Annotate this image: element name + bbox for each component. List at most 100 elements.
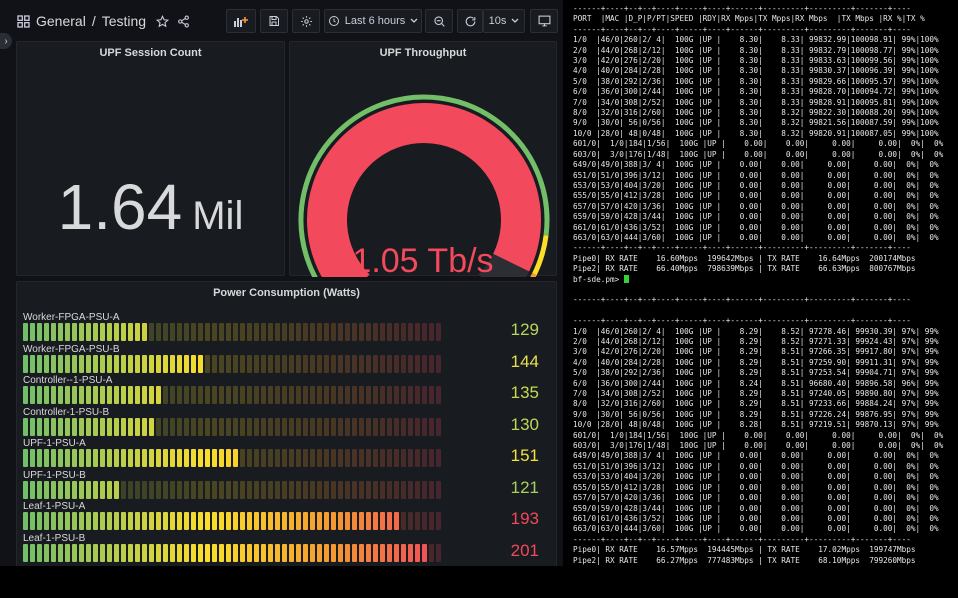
psu-bar-segment — [254, 543, 259, 562]
psu-bar-segment — [380, 323, 385, 341]
psu-bar-segment — [240, 386, 245, 404]
psu-bar-segment — [184, 386, 189, 404]
terminal-line: 649/0|49/0|388|3/ 4| 100G |UP | 0.00| 0.… — [573, 160, 939, 170]
terminal-line: ------+----+--+--+----+-----+----+------… — [573, 316, 911, 326]
save-icon — [268, 15, 280, 27]
stat-value: 1.64 Mil — [17, 170, 284, 244]
save-dashboard-button[interactable] — [260, 9, 288, 33]
dashboard: General / Testing Last 6 hours 10s › UPF… — [0, 0, 563, 566]
psu-bar-segment — [408, 480, 413, 499]
terminal-line: 653/0|53/0|404|3/20| 100G |UP | 0.00| 0.… — [573, 180, 939, 190]
psu-bar-segment — [30, 323, 35, 341]
psu-name: UPF-1-PSU-B — [23, 469, 86, 481]
psu-bar-segment — [44, 386, 49, 404]
psu-value: 193 — [510, 509, 539, 528]
share-icon[interactable] — [177, 15, 190, 28]
psu-bar-segment — [373, 323, 378, 341]
refresh-interval-picker[interactable]: 10s — [483, 9, 525, 33]
terminal-line: 8/0 |32/0|316|2/60| 100G |UP | 8.29| 8.5… — [573, 399, 939, 409]
psu-bar-segment — [177, 417, 182, 436]
terminal-line: 653/0|53/0|404|3/20| 100G |UP | 0.00| 0.… — [573, 472, 939, 482]
panel-title: Power Consumption (Watts) — [213, 287, 360, 299]
psu-bar-segment — [142, 323, 147, 341]
psu-row: UPF-1-PSU-A 151 — [23, 438, 553, 470]
psu-bar-segment — [23, 417, 28, 436]
psu-bar-segment — [191, 323, 196, 341]
time-range-picker[interactable]: Last 6 hours — [324, 9, 422, 33]
psu-bar-segment — [247, 543, 252, 562]
psu-bar-segment — [219, 354, 224, 373]
psu-bar-segment — [317, 386, 322, 404]
psu-bar-segment — [170, 512, 175, 530]
sidebar-toggle[interactable]: › — [0, 33, 12, 49]
psu-bar-segment — [128, 386, 133, 404]
psu-bar-segment — [331, 417, 336, 436]
psu-bar-segment — [177, 386, 182, 404]
psu-bar-segment — [338, 354, 343, 373]
terminal-window[interactable]: ------+----+--+--+----+-----+----+------… — [569, 0, 958, 566]
psu-bar-segment — [233, 449, 238, 467]
psu-bar-segment — [380, 512, 385, 530]
psu-bar-segment — [72, 543, 77, 562]
view-mode-button[interactable] — [530, 9, 558, 33]
psu-bar-segment — [415, 417, 420, 436]
settings-button[interactable] — [292, 9, 320, 33]
dashboards-grid-icon[interactable] — [17, 14, 30, 28]
psu-bar-segment — [100, 386, 105, 404]
zoom-out-button[interactable] — [425, 9, 453, 33]
psu-bar-segment — [121, 386, 126, 404]
refresh-interval-label: 10s — [488, 15, 507, 27]
psu-bar-segment — [30, 449, 35, 467]
psu-bar-segment — [373, 449, 378, 467]
psu-value: 201 — [510, 540, 539, 560]
psu-bar-segment — [198, 354, 203, 373]
psu-bar-segment — [205, 417, 210, 436]
psu-bar-segment — [240, 512, 245, 530]
psu-bar-segment — [436, 354, 441, 373]
psu-bar-segment — [170, 354, 175, 373]
psu-bar-segment — [156, 323, 161, 341]
terminal-line: 659/0|59/0|428|3/44| 100G |UP | 0.00| 0.… — [573, 212, 939, 222]
psu-bar-segment — [72, 512, 77, 530]
psu-bar-segment — [317, 512, 322, 530]
star-icon[interactable] — [156, 14, 170, 28]
psu-bar-segment — [135, 323, 140, 341]
psu-bar-segment — [142, 417, 147, 436]
psu-bar-segment — [324, 480, 329, 499]
psu-bar-segment — [415, 512, 420, 530]
psu-bar-segment — [226, 323, 231, 341]
psu-bar-segment — [205, 386, 210, 404]
breadcrumb-folder[interactable]: General — [36, 13, 86, 29]
psu-value: 135 — [510, 383, 539, 402]
psu-bar-segment — [366, 512, 371, 530]
psu-bar-segment — [233, 386, 238, 404]
terminal-line: 7/0 |34/0|308|2/52| 100G |UP | 8.29| 8.5… — [573, 389, 939, 399]
psu-bar-segment — [205, 543, 210, 562]
psu-bar-segment — [268, 512, 273, 530]
psu-bar-segment — [268, 449, 273, 467]
psu-bar-segment — [205, 480, 210, 499]
psu-bar-segment — [296, 449, 301, 467]
psu-row: Leaf-1-PSU-B 201 — [23, 533, 553, 565]
psu-bar-segment — [429, 512, 434, 530]
psu-bar-segment — [275, 417, 280, 436]
psu-bar-segment — [37, 512, 42, 530]
psu-bar-segment — [114, 323, 119, 341]
dashboard-title[interactable]: Testing — [102, 13, 146, 29]
psu-bar-segment — [107, 386, 112, 404]
psu-bar-segment — [408, 417, 413, 436]
psu-bar-segment — [324, 323, 329, 341]
psu-bar-segment — [331, 386, 336, 404]
psu-bar-segment — [394, 543, 399, 562]
terminal-line: ------+----+--+--+----+-----+----+------… — [573, 24, 911, 34]
psu-bar-segment — [37, 354, 42, 373]
refresh-button[interactable] — [457, 9, 483, 33]
time-range-label: Last 6 hours — [344, 15, 406, 27]
add-panel-button[interactable] — [226, 9, 256, 33]
psu-bar-segment — [30, 512, 35, 530]
terminal-line: 661/0|61/0|436|3/52| 100G |UP | 0.00| 0.… — [573, 513, 939, 523]
terminal-line: 10/0 |28/0| 48|0/48| 100G |UP | 8.30| 8.… — [573, 128, 939, 138]
psu-bar-segment — [275, 449, 280, 467]
psu-bar-segment — [429, 543, 434, 562]
psu-bar-segment — [296, 480, 301, 499]
